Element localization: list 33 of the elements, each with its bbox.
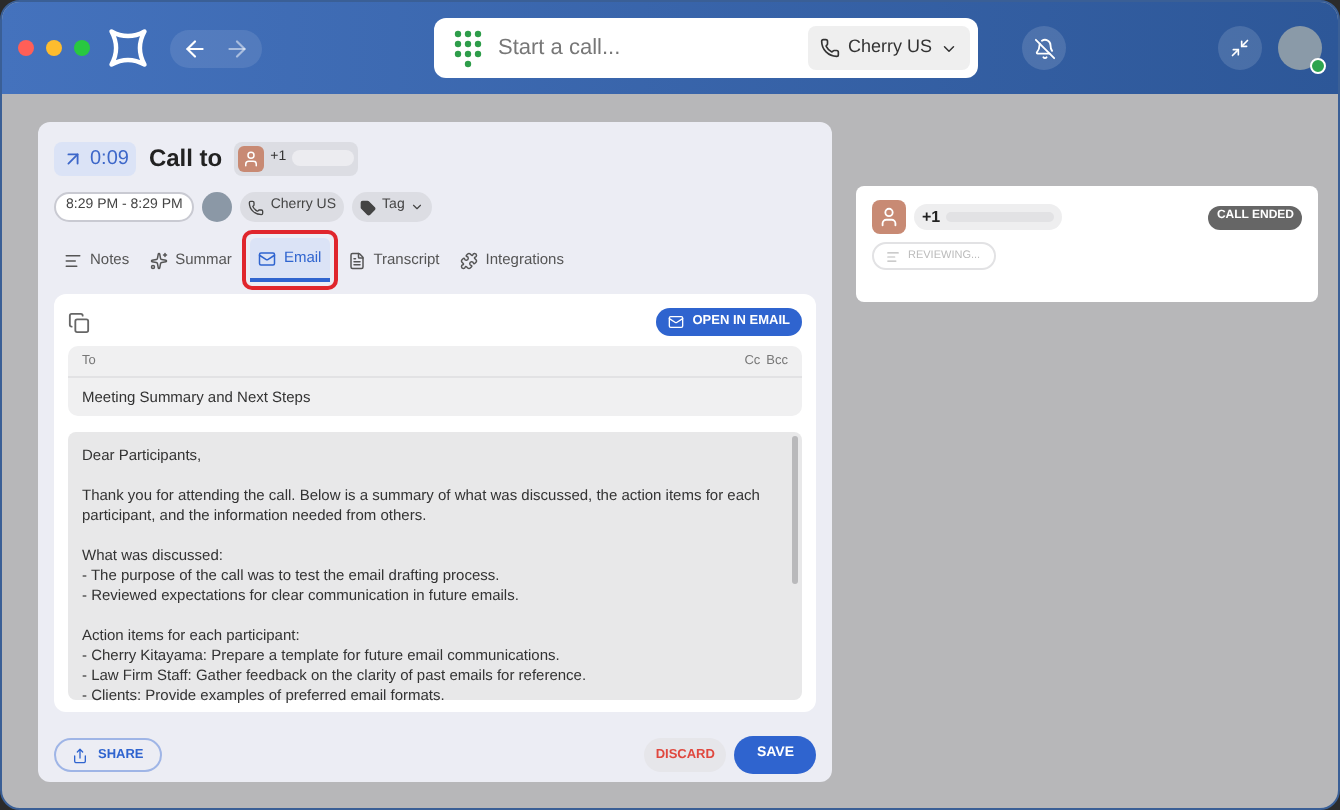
phone-icon — [248, 199, 265, 215]
call-duration-badge: 0:09 — [54, 141, 137, 175]
tag-icon — [360, 199, 377, 215]
tab-icon — [149, 251, 168, 269]
call-title: Call to — [148, 142, 223, 176]
contact-number: +1 — [922, 205, 941, 229]
tab-icon — [347, 251, 366, 269]
scrollbar-thumb[interactable] — [792, 436, 798, 584]
share-icon — [72, 747, 88, 763]
lines-icon — [886, 249, 900, 263]
outgoing-call-icon — [62, 147, 84, 169]
tab-icon — [257, 249, 276, 267]
mail-icon — [668, 314, 685, 330]
tab-icon — [459, 251, 478, 269]
minimize-view-button[interactable] — [1218, 26, 1262, 70]
line-selector[interactable]: Cherry US — [807, 26, 970, 70]
caret-icon — [410, 200, 425, 214]
contact-avatar-icon — [872, 200, 906, 234]
back-icon[interactable] — [182, 35, 208, 61]
mute-notifications-button[interactable] — [1022, 26, 1066, 70]
copy-icon[interactable] — [68, 311, 90, 333]
agent-avatar — [202, 192, 233, 222]
profile-avatar[interactable] — [1278, 26, 1322, 70]
muted-bell-icon — [1033, 37, 1055, 59]
forward-icon[interactable] — [224, 35, 250, 61]
phone-icon — [819, 38, 840, 58]
dialpad-icon — [454, 29, 482, 67]
call-search-field[interactable]: Start a call... Cherry US — [434, 18, 978, 78]
logo-icon — [106, 26, 150, 70]
minimize-icon — [1230, 38, 1250, 58]
email-body-field[interactable] — [68, 432, 802, 700]
tab-icon — [64, 251, 82, 269]
contact-avatar-icon — [238, 145, 265, 171]
